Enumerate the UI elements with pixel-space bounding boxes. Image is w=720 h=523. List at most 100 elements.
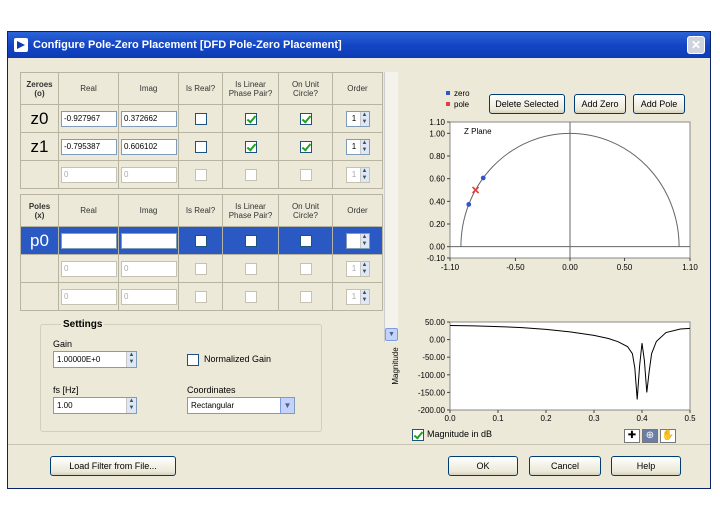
poles-header-linear-phase: Is Linear Phase Pair? — [222, 194, 279, 227]
poles-header-order: Order — [332, 194, 383, 227]
real-input[interactable]: 0 — [61, 260, 117, 277]
order-stepper[interactable]: 1 ▲ ▼ — [345, 138, 370, 155]
order-cell: 1 ▲ ▼ — [332, 282, 383, 311]
table-row[interactable]: 0 0 1 ▲ ▼ — [20, 160, 383, 189]
real-input[interactable]: 0 — [61, 166, 117, 183]
imag-cell: 0 — [118, 254, 179, 283]
order-stepper[interactable]: 1 ▲ ▼ — [345, 232, 370, 249]
close-button[interactable]: ✕ — [687, 36, 705, 54]
x-tick-label: 0.4 — [636, 414, 648, 422]
order-stepper[interactable]: 1 ▲ ▼ — [345, 288, 370, 305]
row-label — [20, 282, 59, 311]
chevron-down-icon[interactable]: ▼ — [280, 398, 294, 413]
cancel-button[interactable]: Cancel — [529, 456, 601, 476]
imag-input[interactable]: 0 — [121, 288, 177, 305]
unit-circle-checkbox[interactable] — [299, 234, 312, 247]
row-label: z1 — [20, 132, 59, 161]
linear-phase-cell — [222, 104, 279, 133]
y-tick-label: 0.00 — [429, 243, 445, 252]
coordinates-select[interactable]: Rectangular ▼ — [187, 397, 295, 414]
fs-input[interactable]: 1.00 ▲ ▼ — [53, 397, 137, 414]
is-real-checkbox[interactable] — [194, 290, 207, 303]
spinner-arrows-icon[interactable]: ▲ ▼ — [359, 167, 369, 182]
unit-circle-cell — [278, 282, 333, 311]
spinner-arrows-icon[interactable]: ▲ ▼ — [359, 111, 369, 126]
imag-input[interactable]: 0.606102 — [121, 138, 177, 155]
linear-phase-checkbox[interactable] — [244, 140, 257, 153]
settings-title: Settings — [61, 319, 105, 330]
order-stepper[interactable]: 1 ▲ ▼ — [345, 166, 370, 183]
is-real-cell — [178, 282, 223, 311]
unit-circle-checkbox[interactable] — [299, 140, 312, 153]
row-label: p0 — [20, 226, 59, 255]
order-stepper[interactable]: 1 ▲ ▼ — [345, 260, 370, 277]
unit-circle-checkbox[interactable] — [299, 262, 312, 275]
is-real-checkbox[interactable] — [194, 234, 207, 247]
table-row[interactable]: 0 0 1 ▲ ▼ — [20, 282, 383, 311]
real-input[interactable]: 0 — [61, 288, 117, 305]
x-tick-label: 0.2 — [540, 414, 552, 422]
magnitude-in-db-label: Magnitude in dB — [427, 429, 493, 439]
linear-phase-checkbox[interactable] — [244, 168, 257, 181]
help-button[interactable]: Help — [611, 456, 681, 476]
order-cell: 1 ▲ ▼ — [332, 254, 383, 283]
load-filter-button[interactable]: Load Filter from File... — [50, 456, 176, 476]
crosshair-icon[interactable]: ✚ — [624, 429, 640, 443]
unit-circle-checkbox[interactable] — [299, 168, 312, 181]
table-row[interactable]: p0 -0.865779 0.5 1 ▲ ▼ — [20, 226, 383, 255]
ok-button[interactable]: OK — [448, 456, 518, 476]
spinner-arrows-icon[interactable]: ▲ ▼ — [359, 289, 369, 304]
coordinates-value: Rectangular — [191, 401, 235, 410]
poles-header-is-real: Is Real? — [178, 194, 223, 227]
unit-circle-checkbox[interactable] — [299, 290, 312, 303]
is-real-checkbox[interactable] — [194, 168, 207, 181]
spinner-arrows-icon[interactable]: ▲ ▼ — [126, 352, 136, 367]
real-input[interactable]: -0.795387 — [61, 138, 117, 155]
normalized-gain-checkbox[interactable] — [187, 354, 199, 366]
real-input[interactable]: -0.927967 — [61, 110, 117, 127]
zeros-header-label: Zeroes (o) — [20, 72, 59, 105]
table-row[interactable]: z0 -0.927967 0.372662 1 ▲ ▼ — [20, 104, 383, 133]
spinner-arrows-icon[interactable]: ▲ ▼ — [126, 398, 136, 413]
order-value: 1 — [351, 263, 357, 273]
row-label — [20, 160, 59, 189]
table-row[interactable]: z1 -0.795387 0.606102 1 ▲ ▼ — [20, 132, 383, 161]
spinner-arrows-icon[interactable]: ▲ ▼ — [359, 233, 369, 248]
is-real-checkbox[interactable] — [194, 112, 207, 125]
imag-input[interactable]: 0 — [121, 260, 177, 277]
zero-marker[interactable] — [480, 175, 486, 181]
magnitude-in-db-checkbox[interactable] — [412, 429, 424, 441]
pan-hand-icon[interactable]: ✋ — [660, 429, 676, 443]
imag-input[interactable]: 0.5 — [121, 232, 177, 249]
linear-phase-checkbox[interactable] — [244, 112, 257, 125]
magnitude-chart[interactable]: 0.0 0.1 0.2 0.3 0.4 0.5 50.00 0.00 -50.00 -100.00… — [391, 318, 696, 422]
imag-input[interactable]: 0 — [121, 166, 177, 183]
order-stepper[interactable]: 1 ▲ ▼ — [345, 110, 370, 127]
order-cell: 1 ▲ ▼ — [332, 132, 383, 161]
magnitude-plot-area[interactable] — [449, 321, 691, 411]
is-real-checkbox[interactable] — [194, 262, 207, 275]
is-real-checkbox[interactable] — [194, 140, 207, 153]
gain-value: 1.00000E+0 — [57, 355, 101, 364]
gain-input[interactable]: 1.00000E+0 ▲ ▼ — [53, 351, 137, 368]
table-row[interactable]: 0 0 1 ▲ ▼ — [20, 254, 383, 283]
order-cell: 1 ▲ ▼ — [332, 226, 383, 255]
spinner-arrows-icon[interactable]: ▲ ▼ — [359, 261, 369, 276]
unit-circle-cell — [278, 132, 333, 161]
poles-header-row: Poles (x) Real Imag Is Real? Is Linear P… — [20, 194, 383, 227]
imag-input[interactable]: 0.372662 — [121, 110, 177, 127]
linear-phase-checkbox[interactable] — [244, 290, 257, 303]
real-input[interactable]: -0.865779 — [61, 232, 117, 249]
linear-phase-checkbox[interactable] — [244, 262, 257, 275]
y-tick-label: 0.80 — [429, 152, 445, 161]
zero-marker[interactable] — [466, 202, 472, 207]
real-cell: -0.865779 — [58, 226, 119, 255]
zoom-icon[interactable]: ⊕ — [642, 429, 658, 443]
z-plane-chart[interactable]: Z Plane -1.10 -0.50 0.00 0.50 1.10 1.10 1.00 0.8… — [427, 118, 699, 272]
x-tick-label: 0.50 — [617, 263, 633, 272]
unit-circle-checkbox[interactable] — [299, 112, 312, 125]
linear-phase-checkbox[interactable] — [244, 234, 257, 247]
window-title: Configure Pole-Zero Placement [DFD Pole-… — [33, 39, 342, 51]
y-tick-label: -100.00 — [418, 371, 446, 380]
spinner-arrows-icon[interactable]: ▲ ▼ — [359, 139, 369, 154]
